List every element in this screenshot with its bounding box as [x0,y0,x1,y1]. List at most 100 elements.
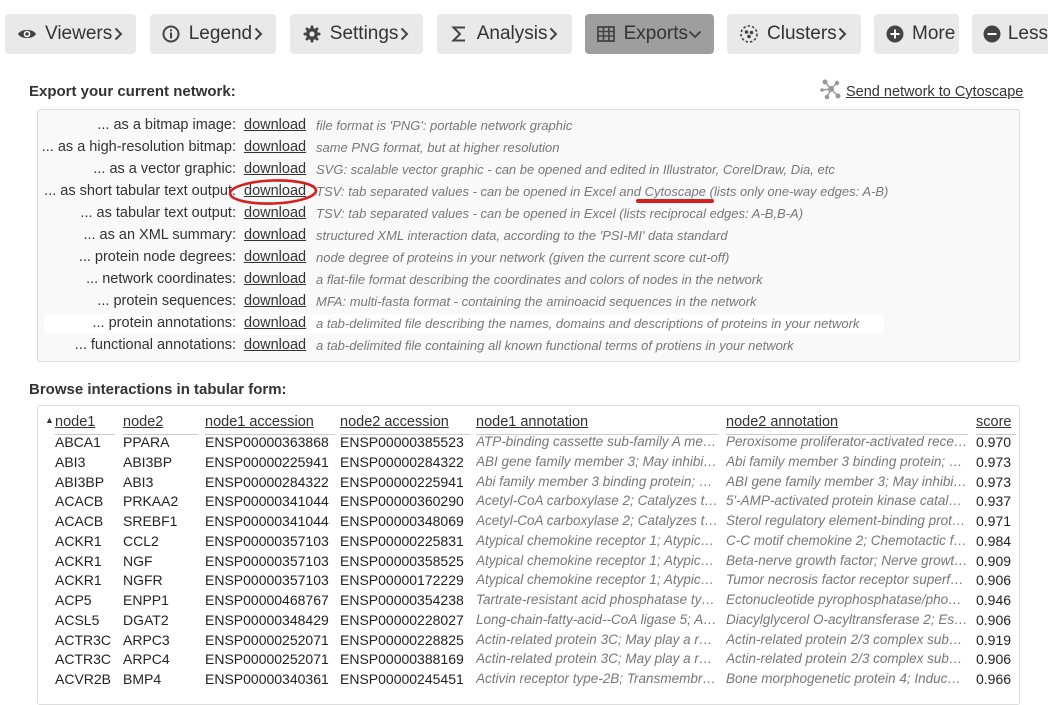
browse-heading: Browse interactions in tabular form: [29,381,287,398]
download-link-bitmap[interactable]: download [244,117,306,133]
tab-label: Legend [188,23,253,44]
column-header-node2-accession[interactable]: node2 accession [340,414,470,435]
export-label: ... as tabular text output: [80,205,236,221]
export-row-coordinates: ... network coordinates: download a flat… [38,269,1021,291]
export-description: same PNG format, but at higher resolutio… [316,140,560,155]
node2-annotation-cell: Diacylglycerol O-acyltransferase 2; Ess… [726,611,968,627]
node2-cell: NGF [123,552,153,569]
export-description: file format is 'PNG': portable network g… [316,118,573,133]
table-row[interactable]: ACACB SREBF1 ENSP00000341044 ENSP0000034806… [38,512,1019,532]
export-description: SVG: scalable vector graphic - can be op… [316,162,835,177]
node2-annotation-cell: C-C motif chemokine 2; Chemotactic fa… [726,532,968,548]
download-link-vector[interactable]: download [244,161,306,177]
node2-accession-cell: ENSP00000348069 [340,513,464,529]
more-button[interactable]: More [874,14,959,54]
export-label: ... as an XML summary: [83,227,236,243]
download-link-functional-annotations[interactable]: download [244,337,306,353]
minus-circle-icon [982,23,1002,45]
node1-cell: ACKR1 [55,552,102,569]
node2-annotation-cell: ABI gene family member 3; May inhibit … [726,473,968,489]
score-cell: 0.984 [976,532,1012,549]
export-row-node-degrees: ... protein node degrees: download node … [38,247,1021,269]
column-header-score[interactable]: score [976,414,1016,435]
export-label: ... as a bitmap image: [97,117,236,133]
column-header-node1-accession[interactable]: node1 accession [205,414,335,435]
download-link-sequences[interactable]: download [244,293,306,309]
table-row[interactable]: ACVR2B BMP4 ENSP00000340361 ENSP00000245451… [38,670,1019,690]
table-row[interactable]: ACKR1 CCL2 ENSP00000357103 ENSP00000225831 A… [38,532,1019,552]
less-button[interactable]: Less [972,14,1048,54]
node1-cell: ACTR3C [55,631,112,648]
export-label: ... network coordinates: [86,271,236,287]
download-link-protein-annotations[interactable]: download [244,315,306,331]
node1-cell: ACVR2B [55,671,112,687]
node2-accession-cell: ENSP00000388169 [340,651,464,668]
node1-cell: ABCA1 [55,434,101,450]
interactions-table: ▲ node1 node2 node1 accession node2 acce… [37,405,1020,705]
node2-cell: PPARA [123,434,170,450]
column-header-node1[interactable]: node1 [55,414,115,435]
table-row[interactable]: ACKR1 NGFR ENSP00000357103 ENSP00000172229 A… [38,571,1019,591]
score-cell: 0.909 [976,552,1012,569]
node1-cell: ACACB [55,513,104,529]
export-row-vector: ... as a vector graphic: download SVG: s… [38,159,1021,181]
table-row[interactable]: ACACB PRKAA2 ENSP00000341044 ENSP0000036029… [38,492,1019,512]
score-cell: 0.973 [976,473,1012,490]
column-header-node1-annotation[interactable]: node1 annotation [476,414,718,435]
node2-cell: PRKAA2 [123,493,179,510]
tab-analysis[interactable]: Analysis [437,14,572,54]
download-link-hires-bitmap[interactable]: download [244,139,306,155]
node2-accession-cell: ENSP00000172229 [340,572,464,589]
node2-accession-cell: ENSP00000228825 [340,631,464,648]
download-link-coordinates[interactable]: download [244,271,306,287]
node2-cell: CCL2 [123,532,159,549]
export-description: structured XML interaction data, accordi… [316,228,728,243]
table-row[interactable]: ABCA1 PPARA ENSP00000363868 ENSP00000385523… [38,433,1019,453]
send-to-cytoscape-link[interactable]: Send network to Cytoscape [820,79,1023,105]
score-cell: 0.906 [976,651,1012,668]
column-header-node2[interactable]: node2 [123,414,198,435]
node2-accession-cell: ENSP00000228027 [340,611,464,628]
download-link-short-tabular[interactable]: download [244,183,306,199]
table-row[interactable]: ACTR3C ARPC4 ENSP00000252071 ENSP0000038816… [38,650,1019,670]
node1-annotation-cell: Atypical chemokine receptor 1; Atypica… [476,532,718,548]
tab-exports[interactable]: Exports [585,14,714,54]
tab-label: More [912,23,956,44]
table-row[interactable]: ACTR3C ARPC3 ENSP00000252071 ENSP0000022882… [38,631,1019,651]
score-cell: 0.946 [976,592,1012,608]
node1-accession-cell: ENSP00000363868 [205,434,329,450]
node2-cell: ENPP1 [123,592,169,608]
score-cell: 0.906 [976,572,1012,589]
node2-annotation-cell: Tumor necrosis factor receptor superfa… [726,572,968,588]
download-link-xml[interactable]: download [244,227,306,243]
table-row[interactable]: ABI3BP ABI3 ENSP00000284322 ENSP00000225941… [38,473,1019,493]
node2-accession-cell: ENSP00000225831 [340,532,464,549]
table-row[interactable]: ACKR1 NGF ENSP00000357103 ENSP00000358525 At… [38,552,1019,572]
column-header-node2-annotation[interactable]: node2 annotation [726,414,968,435]
node1-accession-cell: ENSP00000252071 [205,651,329,668]
tab-label: Less [1007,23,1048,44]
node2-cell: BMP4 [123,671,162,687]
table-row[interactable]: ACP5 ENPP1 ENSP00000468767 ENSP00000354238 T… [38,591,1019,611]
node2-cell: ARPC3 [123,631,170,648]
export-description: TSV: tab separated values - can be opene… [316,206,804,221]
tab-clusters[interactable]: Clusters [727,14,861,54]
tab-viewers[interactable]: Viewers [5,14,136,54]
sigma-icon [449,23,469,45]
node2-accession-cell: ENSP00000284322 [340,453,464,470]
node1-annotation-cell: Acetyl-CoA carboxylase 2; Catalyzes th… [476,513,718,528]
node1-annotation-cell: Atypical chemokine receptor 1; Atypica… [476,572,718,588]
tab-label: Exports [623,23,688,44]
export-row-functional-annotations: ... functional annotations: download a t… [38,335,1021,357]
node2-annotation-cell: Sterol regulatory element-binding prote… [726,513,968,528]
chevron-right-icon [547,27,560,41]
table-row[interactable]: ABI3 ABI3BP ENSP00000225941 ENSP00000284322… [38,453,1019,473]
download-link-tabular[interactable]: download [244,205,306,221]
download-link-node-degrees[interactable]: download [244,249,306,265]
export-label: ... as a vector graphic: [93,161,236,177]
tab-settings[interactable]: Settings [290,14,423,54]
tab-legend[interactable]: Legend [150,14,276,54]
table-row[interactable]: ACSL5 DGAT2 ENSP00000348429 ENSP00000228027… [38,611,1019,631]
export-description: a tab-delimited file describing the name… [316,316,860,331]
export-description: MFA: multi-fasta format - containing the… [316,294,757,309]
